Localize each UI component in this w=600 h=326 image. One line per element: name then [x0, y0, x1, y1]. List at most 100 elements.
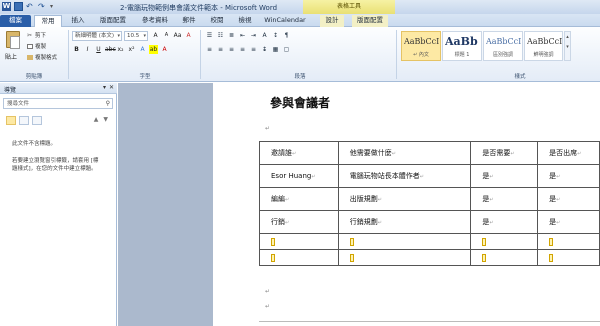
table-cell[interactable]: 是↵ — [470, 210, 539, 234]
table-cell-empty[interactable] — [337, 233, 472, 250]
table-cell-empty[interactable] — [470, 233, 539, 250]
superscript-icon[interactable]: x² — [127, 45, 136, 54]
tab-home[interactable]: 常用 — [34, 15, 62, 27]
tab-wincalendar[interactable]: WinCalendar — [262, 15, 308, 27]
align-right-icon[interactable]: ≡ — [227, 45, 236, 54]
highlight-icon[interactable]: ab — [149, 45, 158, 54]
cell-marker — [271, 253, 275, 262]
change-case-icon[interactable]: Aa — [173, 31, 182, 40]
shading-icon[interactable]: ▦ — [271, 45, 280, 54]
tab-review[interactable]: 校閱 — [206, 15, 228, 27]
table-cell[interactable]: 出版規劃↵ — [337, 187, 472, 211]
table-cell-empty[interactable] — [259, 249, 339, 266]
tab-mailings[interactable]: 郵件 — [178, 15, 200, 27]
table-cell[interactable]: 是↵ — [470, 187, 539, 211]
style-subtle-emphasis[interactable]: AaBbCcI 區別強調 — [483, 31, 523, 61]
copy-button[interactable]: 複製 — [27, 42, 46, 50]
numbering-icon[interactable]: ☷ — [216, 31, 225, 40]
results-view-icon[interactable] — [32, 116, 42, 125]
paragraph-mark: ↵ — [265, 288, 271, 295]
justify-icon[interactable]: ≡ — [238, 45, 247, 54]
align-center-icon[interactable]: ≡ — [216, 45, 225, 54]
document-heading[interactable]: 參與會議者 — [270, 94, 330, 111]
table-cell[interactable]: 是↵ — [537, 187, 600, 211]
table-cell[interactable]: 電腦玩物站長本體作者↵ — [337, 164, 472, 188]
pages-view-icon[interactable] — [19, 116, 29, 125]
nav-controls: ▾ ✕ — [103, 84, 114, 91]
decrease-indent-icon[interactable]: ⇤ — [238, 31, 247, 40]
navigation-pane: 導覽 ▾ ✕ 搜尋文件 ⚲ ▲ ▼ 此文件不含標題。 若要建立瀏覽窗引標籤，請套… — [0, 83, 117, 326]
tab-page-layout[interactable]: 版面配置 — [95, 15, 131, 27]
table-cell[interactable]: 是↵ — [470, 164, 539, 188]
table-cell[interactable]: 行銷↵ — [259, 210, 339, 234]
style-intense-emphasis[interactable]: AaBbCcI 鮮明強調 — [524, 31, 563, 61]
style-sample: AaBb — [445, 35, 478, 48]
text-effects-icon[interactable]: A — [138, 45, 147, 54]
shrink-font-icon[interactable]: A — [162, 31, 171, 40]
style-normal[interactable]: AaBbCcI ↵ 內文 — [401, 31, 441, 61]
close-icon[interactable]: ✕ — [109, 84, 114, 91]
tab-references[interactable]: 參考資料 — [137, 15, 173, 27]
chevron-down-icon[interactable]: ▾ — [103, 84, 106, 91]
customize-qat-icon[interactable]: ▾ — [50, 2, 59, 11]
next-icon[interactable]: ▼ — [103, 116, 108, 123]
style-heading-1[interactable]: AaBb 標題 1 — [442, 31, 482, 61]
word-logo-icon[interactable]: W — [2, 2, 11, 11]
paste-button[interactable]: 貼上 — [5, 52, 17, 61]
subscript-icon[interactable]: x₂ — [116, 45, 125, 54]
tab-file[interactable]: 檔案 — [0, 15, 31, 27]
tab-table-layout[interactable]: 版面配置 — [352, 15, 388, 27]
table-cell-empty[interactable] — [259, 233, 339, 250]
increase-indent-icon[interactable]: ⇥ — [249, 31, 258, 40]
previous-icon[interactable]: ▲ — [94, 116, 99, 123]
table-cell[interactable]: 編編↵ — [259, 187, 339, 211]
align-left-icon[interactable]: ≡ — [205, 45, 214, 54]
group-divider — [68, 30, 69, 79]
underline-icon[interactable]: U — [94, 45, 103, 54]
grow-font-icon[interactable]: A — [151, 31, 160, 40]
strikethrough-icon[interactable]: abc — [105, 45, 116, 54]
table-cell[interactable]: 行銷規劃↵ — [337, 210, 472, 234]
font-name-dropdown[interactable]: 新細明體 (本文) — [72, 31, 122, 41]
asian-layout-icon[interactable]: A — [260, 31, 269, 40]
undo-icon[interactable]: ↶ — [26, 2, 35, 11]
save-icon[interactable] — [14, 2, 23, 11]
headings-view-icon[interactable] — [6, 116, 16, 125]
sort-icon[interactable]: ↕ — [271, 31, 280, 40]
table-cell-empty[interactable] — [470, 249, 539, 266]
borders-icon[interactable]: ▢ — [282, 45, 291, 54]
bullets-icon[interactable]: ☰ — [205, 31, 214, 40]
italic-icon[interactable]: I — [83, 45, 92, 54]
distributed-icon[interactable]: ≡ — [249, 45, 258, 54]
tab-insert[interactable]: 插入 — [66, 15, 90, 27]
table-cell[interactable]: 是↵ — [537, 164, 600, 188]
table-cell[interactable]: 是↵ — [537, 210, 600, 234]
nav-empty-message: 此文件不含標題。 — [12, 141, 57, 147]
styles-more-button[interactable]: ▴ ▾ — [564, 31, 571, 61]
format-painter-button[interactable]: 複製格式 — [27, 53, 57, 61]
font-color-icon[interactable]: A — [160, 45, 169, 54]
table-cell[interactable]: Esor Huang↵ — [259, 164, 339, 188]
search-icon[interactable]: ⚲ — [106, 99, 110, 109]
style-name: 標題 1 — [454, 52, 470, 58]
cut-button[interactable]: ✂ 剪下 — [27, 31, 46, 39]
multilevel-list-icon[interactable]: ≣ — [227, 31, 236, 40]
table-cell-empty[interactable] — [537, 233, 600, 250]
paste-icon[interactable] — [6, 31, 20, 49]
bold-icon[interactable]: B — [72, 45, 81, 54]
table-cell[interactable]: 是否出席↵ — [537, 141, 600, 165]
tab-view[interactable]: 檢視 — [234, 15, 256, 27]
line-spacing-icon[interactable]: ↨ — [260, 45, 269, 54]
show-marks-icon[interactable]: ¶ — [282, 31, 291, 40]
clear-format-icon[interactable]: A — [184, 31, 193, 40]
tab-table-design[interactable]: 設計 — [320, 15, 344, 27]
nav-search-input[interactable]: 搜尋文件 ⚲ — [3, 98, 113, 109]
table-cell-empty[interactable] — [337, 249, 472, 266]
font-size-dropdown[interactable]: 10.5 — [124, 31, 148, 41]
redo-icon[interactable]: ↷ — [38, 2, 47, 11]
table-cell[interactable]: 是否需要↵ — [470, 141, 539, 165]
table-cell[interactable]: 他需要做什麼↵ — [337, 141, 472, 165]
attendees-table[interactable]: 邀請誰↵ 他需要做什麼↵ 是否需要↵ 是否出席↵ Esor Huang↵ 電腦玩… — [259, 141, 600, 266]
table-cell-empty[interactable] — [537, 249, 600, 266]
table-cell[interactable]: 邀請誰↵ — [259, 141, 339, 165]
